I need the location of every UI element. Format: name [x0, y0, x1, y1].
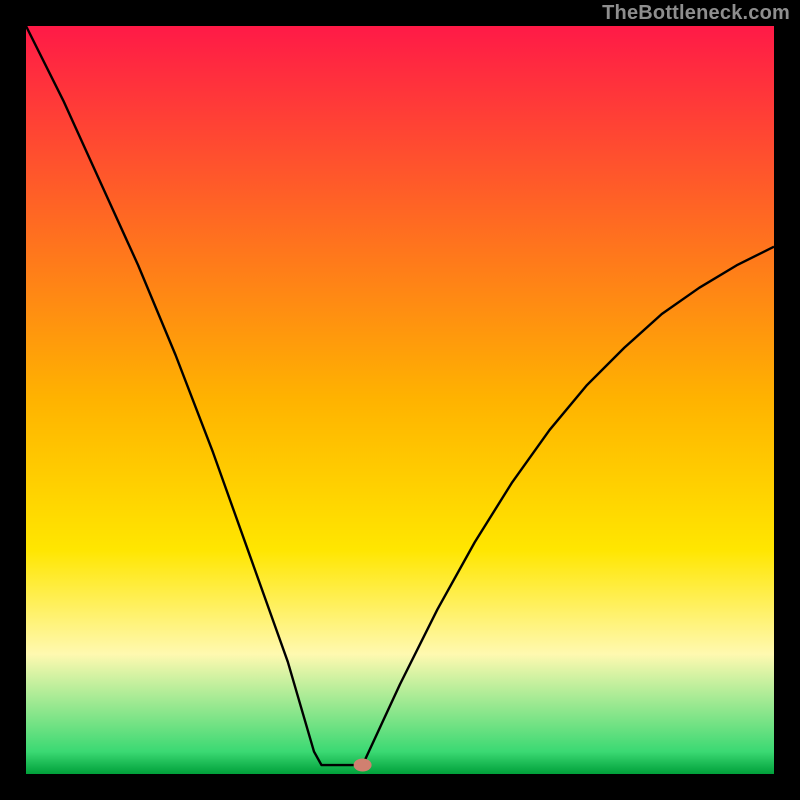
chart-svg: [26, 26, 774, 774]
watermark-label: TheBottleneck.com: [602, 2, 790, 25]
chart-background: [26, 26, 774, 774]
chart-plot-area: [26, 26, 774, 774]
optimal-point-marker: [354, 759, 372, 772]
chart-frame: TheBottleneck.com: [0, 0, 800, 800]
